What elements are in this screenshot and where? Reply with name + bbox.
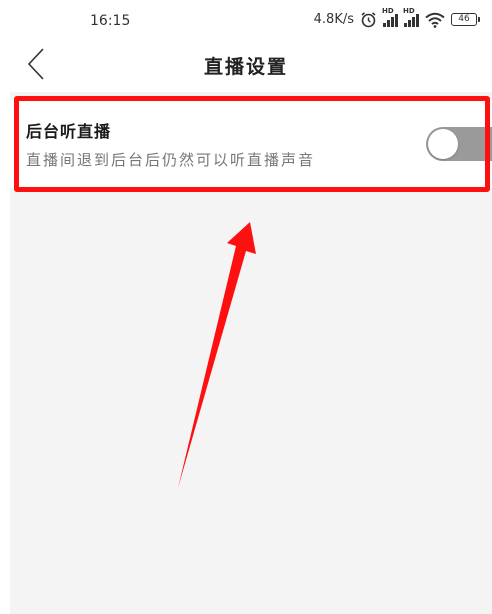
background-listen-toggle[interactable] [426, 127, 492, 161]
signal-hd-icon: HD [403, 7, 419, 27]
nav-bar: 直播设置 [0, 40, 492, 92]
setting-title: 后台听直播 [26, 122, 112, 141]
status-icons: 4.8K/s HD HD 46 [313, 7, 480, 28]
battery-level: 46 [451, 13, 477, 26]
alarm-icon [360, 11, 377, 28]
wifi-icon [425, 12, 445, 28]
setting-row-background-listen: 后台听直播 直播间退到后台后仍然可以听直播声音 [10, 100, 492, 188]
status-bar: 16:15 4.8K/s HD HD 46 [0, 0, 492, 40]
status-time: 16:15 [90, 13, 131, 29]
page-title: 直播设置 [203, 56, 288, 78]
setting-description: 直播间退到后台后仍然可以听直播声音 [26, 151, 316, 169]
toggle-knob [428, 129, 458, 159]
signal-hd-icon: HD [382, 7, 398, 27]
net-speed: 4.8K/s [313, 12, 354, 27]
battery-icon: 46 [451, 13, 480, 26]
